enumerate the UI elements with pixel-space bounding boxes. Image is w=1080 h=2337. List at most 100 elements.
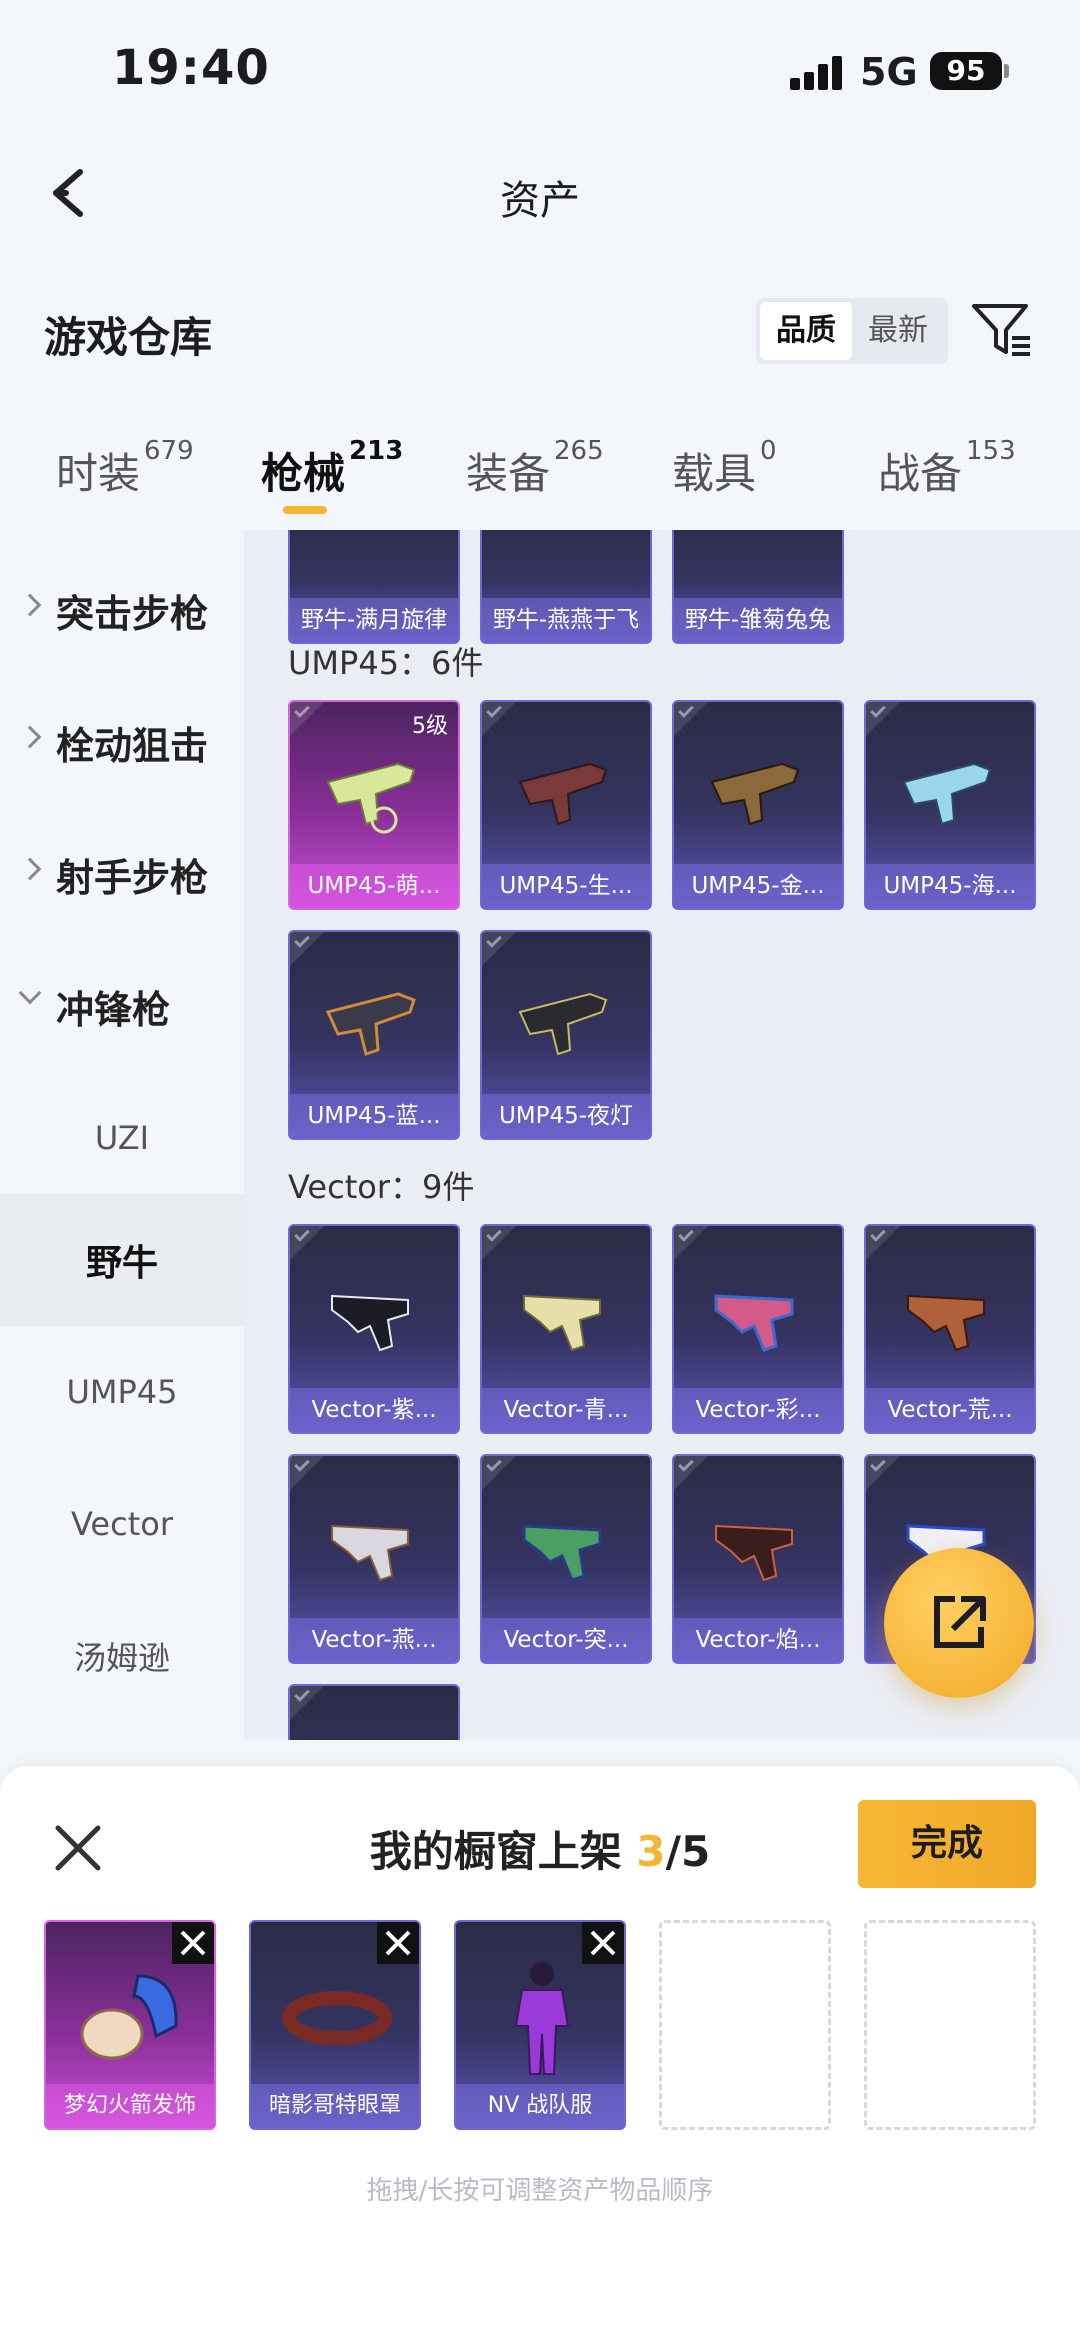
group-title-ump45: UMP45：6件 — [288, 644, 484, 682]
showcase-count: 3 — [636, 1827, 666, 1876]
done-button[interactable]: 完成 — [858, 1800, 1036, 1888]
showcase-slot[interactable]: 梦幻火箭发饰 — [44, 1920, 216, 2130]
vector-icon — [331, 1294, 409, 1352]
weapon-card[interactable]: Vector-突... — [480, 1454, 652, 1664]
slot-item-name: 梦幻火箭发饰 — [46, 2084, 214, 2128]
weapon-name: UMP45-蓝... — [290, 1094, 458, 1138]
sidebar-category-label: 突击步枪 — [56, 591, 209, 636]
sidebar-item-smg[interactable]: 冲锋枪 — [0, 940, 244, 1072]
sidebar-sub-bizon[interactable]: 野牛 — [0, 1194, 244, 1326]
status-bar: 19:40 5G 95 — [0, 0, 1080, 140]
sidebar-category: 突击步枪 — [0, 583, 208, 638]
sidebar-item-marksman-rifle[interactable]: 射手步枪 — [0, 808, 244, 940]
sort-newest[interactable]: 最新 — [852, 302, 944, 360]
chevron-right-icon — [18, 725, 42, 748]
weapon-name: UMP45-金... — [674, 864, 842, 908]
weapon-name: UMP45-海... — [866, 864, 1034, 908]
tab-label: 战备 — [878, 449, 963, 498]
tab-fashion[interactable]: 时装 679 — [56, 436, 194, 501]
tab-equipment[interactable]: 装备 265 — [466, 436, 604, 501]
weapon-card[interactable]: UMP45-金... — [672, 700, 844, 910]
battery-tip — [1004, 64, 1009, 78]
sidebar-sub-label: UZI — [94, 1119, 150, 1157]
showcase-slot[interactable]: 暗影哥特眼罩 — [249, 1920, 421, 2130]
sidebar-item-bolt-sniper[interactable]: 栓动狙击 — [0, 676, 244, 808]
weapon-sidebar: 突击步枪 栓动狙击 射手步枪 冲锋枪 UZI 野牛 UMP45 Vector 汤… — [0, 530, 244, 1740]
tab-count: 213 — [349, 436, 404, 466]
showcase-slot[interactable]: NV 战队服 — [454, 1920, 626, 2130]
remove-slot-button[interactable] — [582, 1922, 624, 1964]
rocket-hairpin-icon — [80, 1974, 178, 2060]
weapon-card[interactable] — [288, 1684, 460, 1740]
sidebar-sub-uzi[interactable]: UZI — [0, 1072, 244, 1204]
sort-quality[interactable]: 品质 — [760, 302, 852, 360]
weapon-card[interactable]: Vector-彩... — [672, 1224, 844, 1434]
network-type: 5G — [860, 50, 918, 94]
weapon-card[interactable]: Vector-青... — [480, 1224, 652, 1434]
weapon-name: 野牛-燕燕于飞 — [482, 598, 650, 642]
share-icon — [934, 1596, 986, 1648]
sidebar-category-label: 栓动狙击 — [56, 723, 209, 768]
weapon-card[interactable]: Vector-焰... — [672, 1454, 844, 1664]
weapon-card[interactable]: 野牛-燕燕于飞 — [480, 530, 652, 644]
weapon-name: Vector-焰... — [674, 1618, 842, 1662]
weapon-name: Vector-紫... — [290, 1388, 458, 1432]
weapon-card[interactable]: 5级 UMP45-萌... — [288, 700, 460, 910]
vector-icon — [715, 1524, 793, 1582]
weapon-card[interactable]: UMP45-蓝... — [288, 930, 460, 1140]
slot-item-name: 暗影哥特眼罩 — [251, 2084, 419, 2128]
tab-vehicles[interactable]: 载具 0 — [672, 436, 777, 501]
vector-icon — [523, 1294, 601, 1352]
sheet-title-text: 我的橱窗上架 — [369, 1827, 622, 1876]
sidebar-category: 冲锋枪 — [0, 979, 170, 1034]
tab-count: 0 — [760, 436, 777, 466]
weapon-card[interactable]: Vector-荒... — [864, 1224, 1036, 1434]
sort-toggle: 品质 最新 — [756, 298, 948, 364]
smg-icon — [325, 992, 416, 1056]
sidebar-sub-ump45[interactable]: UMP45 — [0, 1326, 244, 1458]
smg-icon — [710, 762, 800, 826]
close-icon — [590, 1930, 616, 1956]
weapon-card[interactable]: UMP45-生... — [480, 700, 652, 910]
weapon-name: UMP45-夜灯 — [482, 1094, 650, 1138]
sidebar-category: 栓动狙击 — [0, 715, 208, 770]
weapon-name: Vector-彩... — [674, 1388, 842, 1432]
close-icon — [385, 1930, 411, 1956]
sidebar-sub-thompson[interactable]: 汤姆逊 — [0, 1590, 244, 1722]
tab-weapons[interactable]: 枪械 213 — [261, 436, 403, 501]
sidebar-item-assault-rifle[interactable]: 突击步枪 — [0, 544, 244, 676]
weapon-card[interactable]: Vector-紫... — [288, 1224, 460, 1434]
weapon-name: Vector-青... — [482, 1388, 650, 1432]
signal-icon — [790, 56, 846, 90]
share-button[interactable] — [884, 1548, 1034, 1698]
tab-count: 679 — [144, 436, 194, 466]
section-title: 游戏仓库 — [44, 313, 213, 362]
section-header: 游戏仓库 品质 最新 — [0, 280, 1080, 380]
filter-icon[interactable] — [968, 296, 1036, 364]
tab-count: 153 — [966, 436, 1016, 466]
empty-slot[interactable] — [659, 1920, 831, 2130]
weapon-card[interactable]: UMP45-海... — [864, 700, 1036, 910]
showcase-sheet: 我的橱窗上架 3/5 完成 梦幻火箭发饰 暗影哥特眼罩 NV 战队服 拖拽/长按… — [0, 1766, 1080, 2337]
weapon-name: Vector-突... — [482, 1618, 650, 1662]
empty-slot[interactable] — [864, 1920, 1036, 2130]
category-tabs: 时装 679 枪械 213 装备 265 载具 0 战备 153 — [0, 430, 1080, 530]
weapon-name: Vector-荒... — [866, 1388, 1034, 1432]
sidebar-sub-label: 野牛 — [85, 1243, 158, 1284]
status-time: 19:40 — [112, 40, 270, 96]
tab-label: 时装 — [56, 449, 141, 498]
group-title-vector: Vector：9件 — [288, 1168, 475, 1206]
weapon-card[interactable]: 野牛-满月旋律 — [288, 530, 460, 644]
weapon-card[interactable]: UMP45-夜灯 — [480, 930, 652, 1140]
chevron-right-icon — [18, 593, 42, 616]
tab-supplies[interactable]: 战备 153 — [878, 436, 1016, 501]
remove-slot-button[interactable] — [377, 1922, 419, 1964]
weapon-name: 野牛-雏菊兔兔 — [674, 598, 842, 642]
weapon-card[interactable]: Vector-燕... — [288, 1454, 460, 1664]
nav-bar: 资产 — [0, 140, 1080, 250]
sidebar-sub-vector[interactable]: Vector — [0, 1458, 244, 1590]
weapon-name: 野牛-满月旋律 — [290, 598, 458, 642]
remove-slot-button[interactable] — [172, 1922, 214, 1964]
close-icon — [180, 1930, 206, 1956]
weapon-card[interactable]: 野牛-雏菊兔兔 — [672, 530, 844, 644]
